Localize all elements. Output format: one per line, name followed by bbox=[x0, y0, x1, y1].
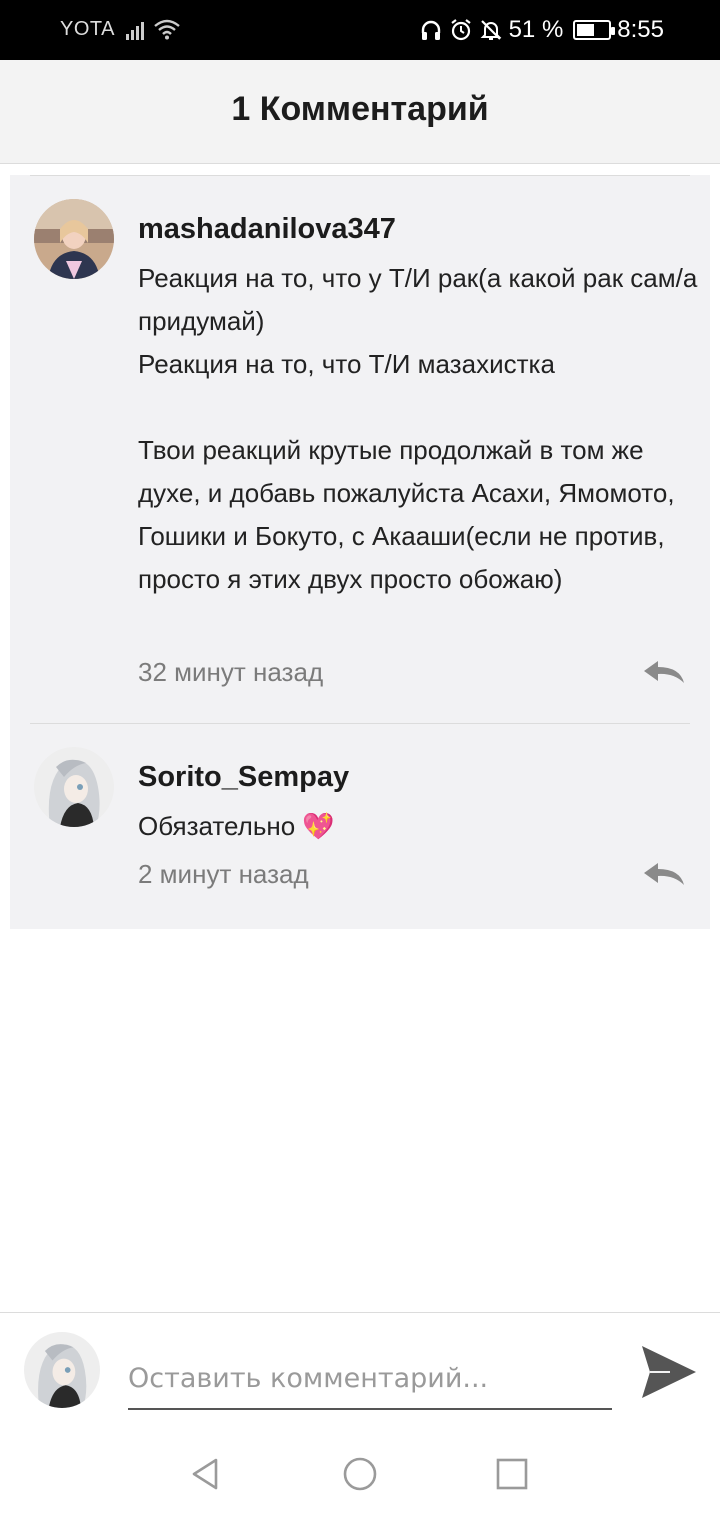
comment-text: Обязательно 💖 bbox=[138, 811, 335, 841]
current-user-avatar bbox=[24, 1332, 100, 1408]
status-right: 51 % 8:55 bbox=[419, 15, 664, 45]
comment-timestamp: 2 минут назад bbox=[138, 859, 309, 889]
divider bbox=[0, 1312, 720, 1313]
comment-item: Sorito_Sempay Обязательно 💖 2 минут наза… bbox=[10, 723, 710, 929]
battery-icon bbox=[573, 20, 616, 40]
battery-percent: 51 % bbox=[508, 16, 564, 43]
wifi-icon bbox=[154, 19, 180, 40]
alarm-icon bbox=[450, 19, 471, 41]
avatar[interactable] bbox=[34, 747, 114, 827]
mute-icon bbox=[480, 20, 501, 40]
comment-input[interactable] bbox=[128, 1348, 612, 1410]
reply-icon[interactable] bbox=[642, 659, 686, 685]
status-bar: YOTA 51 % 8:55 bbox=[0, 0, 720, 60]
signal-icon bbox=[126, 22, 144, 40]
avatar[interactable] bbox=[34, 199, 114, 279]
comments-header: 1 Комментарий bbox=[0, 60, 720, 164]
home-icon[interactable] bbox=[340, 1454, 380, 1494]
recents-icon[interactable] bbox=[492, 1454, 532, 1494]
comments-list: mashadanilova347 Реакция на то, что у Т/… bbox=[10, 175, 710, 929]
comment-timestamp: 32 минут назад bbox=[138, 657, 324, 687]
comment-username[interactable]: mashadanilova347 bbox=[138, 213, 396, 246]
comment-username[interactable]: Sorito_Sempay bbox=[138, 761, 349, 794]
comment-item: mashadanilova347 Реакция на то, что у Т/… bbox=[10, 175, 710, 723]
back-icon[interactable] bbox=[186, 1454, 226, 1494]
page-title: 1 Комментарий bbox=[231, 90, 489, 128]
carrier-label: YOTA bbox=[60, 18, 115, 40]
comment-text: Реакция на то, что у Т/И рак(а какой рак… bbox=[138, 263, 698, 594]
reply-icon[interactable] bbox=[642, 861, 686, 887]
send-icon[interactable] bbox=[640, 1344, 698, 1400]
headphones-icon bbox=[421, 20, 440, 40]
system-nav-bar bbox=[0, 1430, 720, 1520]
clock: 8:55 bbox=[617, 16, 664, 43]
